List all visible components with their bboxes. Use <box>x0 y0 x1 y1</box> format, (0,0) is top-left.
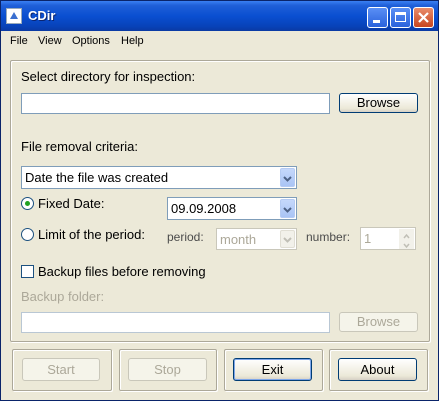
menu-help[interactable]: Help <box>121 35 144 47</box>
stop-button[interactable]: Stop <box>128 358 207 381</box>
menu-bar: File View Options Help <box>1 31 438 51</box>
window-title: CDir <box>28 8 56 23</box>
criteria-label: File removal criteria: <box>21 139 139 154</box>
exit-button[interactable]: Exit <box>233 358 312 381</box>
number-value: 1 <box>364 231 372 246</box>
fixed-date-value: 09.09.2008 <box>171 201 237 216</box>
menu-options[interactable]: Options <box>72 35 110 47</box>
period-label: period: <box>167 230 204 244</box>
backup-folder-label: Backup folder: <box>21 289 105 304</box>
period-value: month <box>220 232 257 247</box>
directory-input[interactable] <box>21 93 330 114</box>
directory-label: Select directory for inspection: <box>21 69 196 84</box>
chevron-down-icon <box>403 243 410 249</box>
backup-checkbox[interactable] <box>21 265 34 278</box>
criteria-dropdown-arrow[interactable] <box>280 168 295 187</box>
maximize-icon <box>395 12 406 22</box>
browse-backup-button[interactable]: Browse <box>339 312 418 332</box>
browse-directory-button[interactable]: Browse <box>339 93 418 113</box>
fixed-date-label: Fixed Date: <box>38 196 105 211</box>
start-button[interactable]: Start <box>22 358 100 381</box>
minimize-button[interactable] <box>367 7 388 28</box>
maximize-button[interactable] <box>390 7 411 28</box>
backup-checkbox-label: Backup files before removing <box>38 264 206 279</box>
minimize-icon <box>373 20 380 23</box>
chevron-down-icon <box>283 237 292 243</box>
period-dropdown-arrow[interactable] <box>280 230 295 248</box>
menu-view[interactable]: View <box>38 35 62 47</box>
criteria-selected-value: Date the file was created <box>25 170 169 185</box>
spin-down-button[interactable] <box>399 239 414 249</box>
chevron-down-icon <box>283 176 292 182</box>
criteria-select[interactable]: Date the file was created <box>21 166 297 189</box>
menu-file[interactable]: File <box>10 35 28 47</box>
date-dropdown-arrow[interactable] <box>280 199 295 218</box>
app-icon <box>6 8 22 24</box>
close-button[interactable] <box>413 7 434 28</box>
main-window: CDir File View Options Help Select direc… <box>0 0 439 401</box>
period-select[interactable]: month <box>216 228 297 250</box>
spin-up-button[interactable] <box>399 229 414 239</box>
fixed-date-picker[interactable]: 09.09.2008 <box>167 197 297 220</box>
chevron-down-icon <box>283 207 292 213</box>
number-label: number: <box>306 230 351 244</box>
limit-period-radio[interactable] <box>21 228 34 241</box>
title-bar[interactable]: CDir <box>1 1 438 31</box>
number-spinner[interactable]: 1 <box>360 227 416 250</box>
limit-period-label: Limit of the period: <box>38 227 145 242</box>
fixed-date-radio[interactable] <box>21 197 34 210</box>
about-button[interactable]: About <box>338 358 417 381</box>
backup-folder-input[interactable] <box>21 312 330 333</box>
close-icon <box>418 12 429 23</box>
